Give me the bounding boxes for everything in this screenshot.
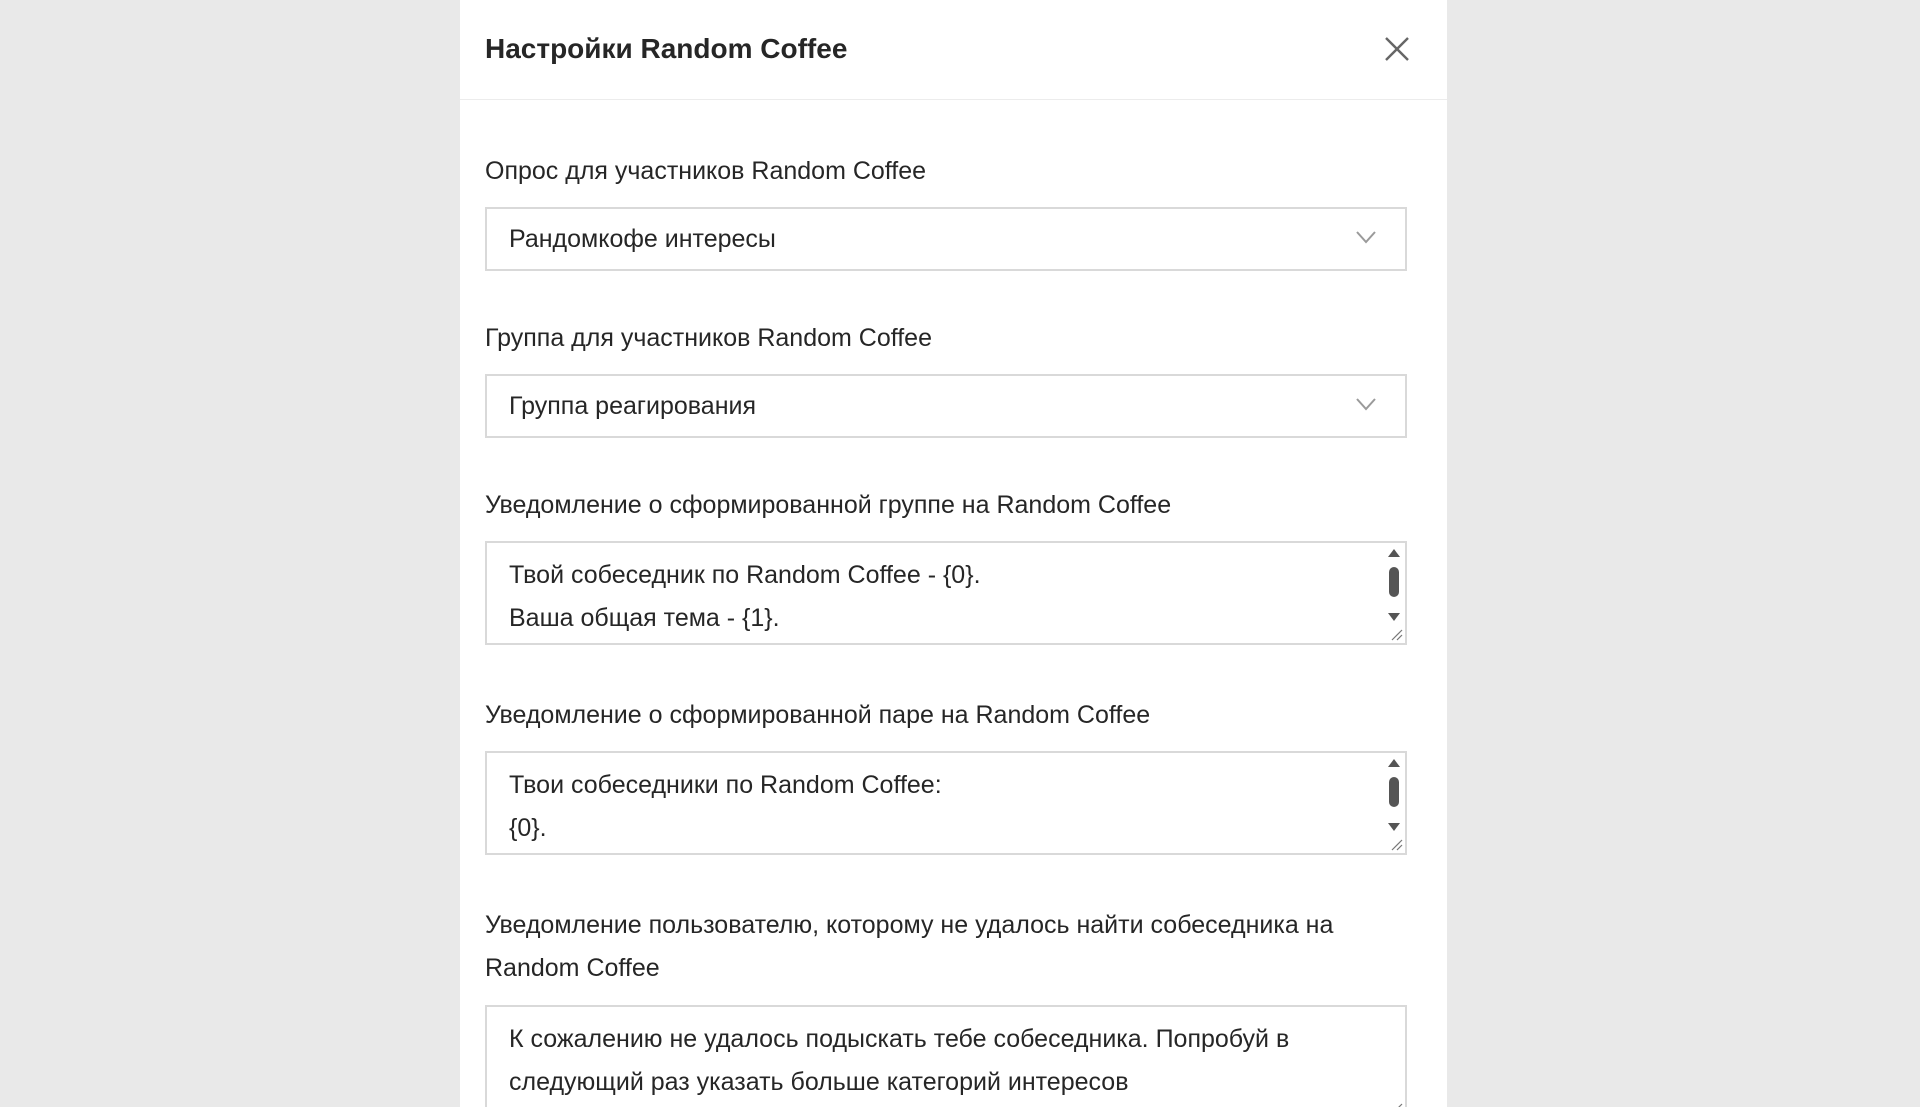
chevron-down-icon (1356, 398, 1376, 411)
modal-title: Настройки Random Coffee (485, 33, 848, 64)
survey-select-value: Рандомкофе интересы (509, 225, 776, 253)
pair-notification-label: Уведомление о сформированной паре на Ran… (485, 701, 1151, 729)
group-notification-text: Твой собеседник по Random Coffee - {0}. … (509, 561, 981, 632)
survey-label: Опрос для участников Random Coffee (485, 157, 927, 185)
group-notification-label: Уведомление о сформированной группе на R… (485, 491, 1172, 519)
settings-modal: Настройки Random Coffee Опрос для участн… (460, 0, 1447, 1107)
group-notification-textarea[interactable]: Твой собеседник по Random Coffee - {0}. … (485, 541, 1407, 645)
textarea-scrollbar[interactable] (1385, 755, 1403, 835)
resize-grip-icon[interactable] (1389, 837, 1403, 851)
no-match-notification-label: Уведомление пользователю, которому не уд… (485, 911, 1334, 982)
scroll-down-arrow-icon[interactable] (1388, 823, 1400, 831)
group-select[interactable]: Группа реагирования (485, 374, 1407, 438)
modal-header: Настройки Random Coffee (460, 0, 1447, 100)
no-match-notification-textarea[interactable]: К сожалению не удалось подыскать тебе со… (485, 1005, 1407, 1107)
textarea-scrollbar[interactable] (1385, 545, 1403, 625)
close-icon (1385, 37, 1409, 61)
pair-notification-text: Твои собеседники по Random Coffee: {0}. (509, 771, 942, 842)
scroll-thumb[interactable] (1389, 567, 1399, 597)
no-match-notification-text: К сожалению не удалось подыскать тебе со… (509, 1025, 1290, 1096)
scroll-up-arrow-icon[interactable] (1388, 759, 1400, 767)
scroll-thumb[interactable] (1389, 777, 1399, 807)
scroll-down-arrow-icon[interactable] (1388, 613, 1400, 621)
pair-notification-textarea[interactable]: Твои собеседники по Random Coffee: {0}. (485, 751, 1407, 855)
resize-grip-icon[interactable] (1389, 627, 1403, 641)
resize-grip-icon[interactable] (1389, 1101, 1403, 1107)
scroll-up-arrow-icon[interactable] (1388, 549, 1400, 557)
close-button[interactable] (1380, 32, 1414, 66)
group-label: Группа для участников Random Coffee (485, 324, 932, 352)
survey-select[interactable]: Рандомкофе интересы (485, 207, 1407, 271)
group-select-value: Группа реагирования (509, 392, 756, 420)
chevron-down-icon (1356, 231, 1376, 244)
